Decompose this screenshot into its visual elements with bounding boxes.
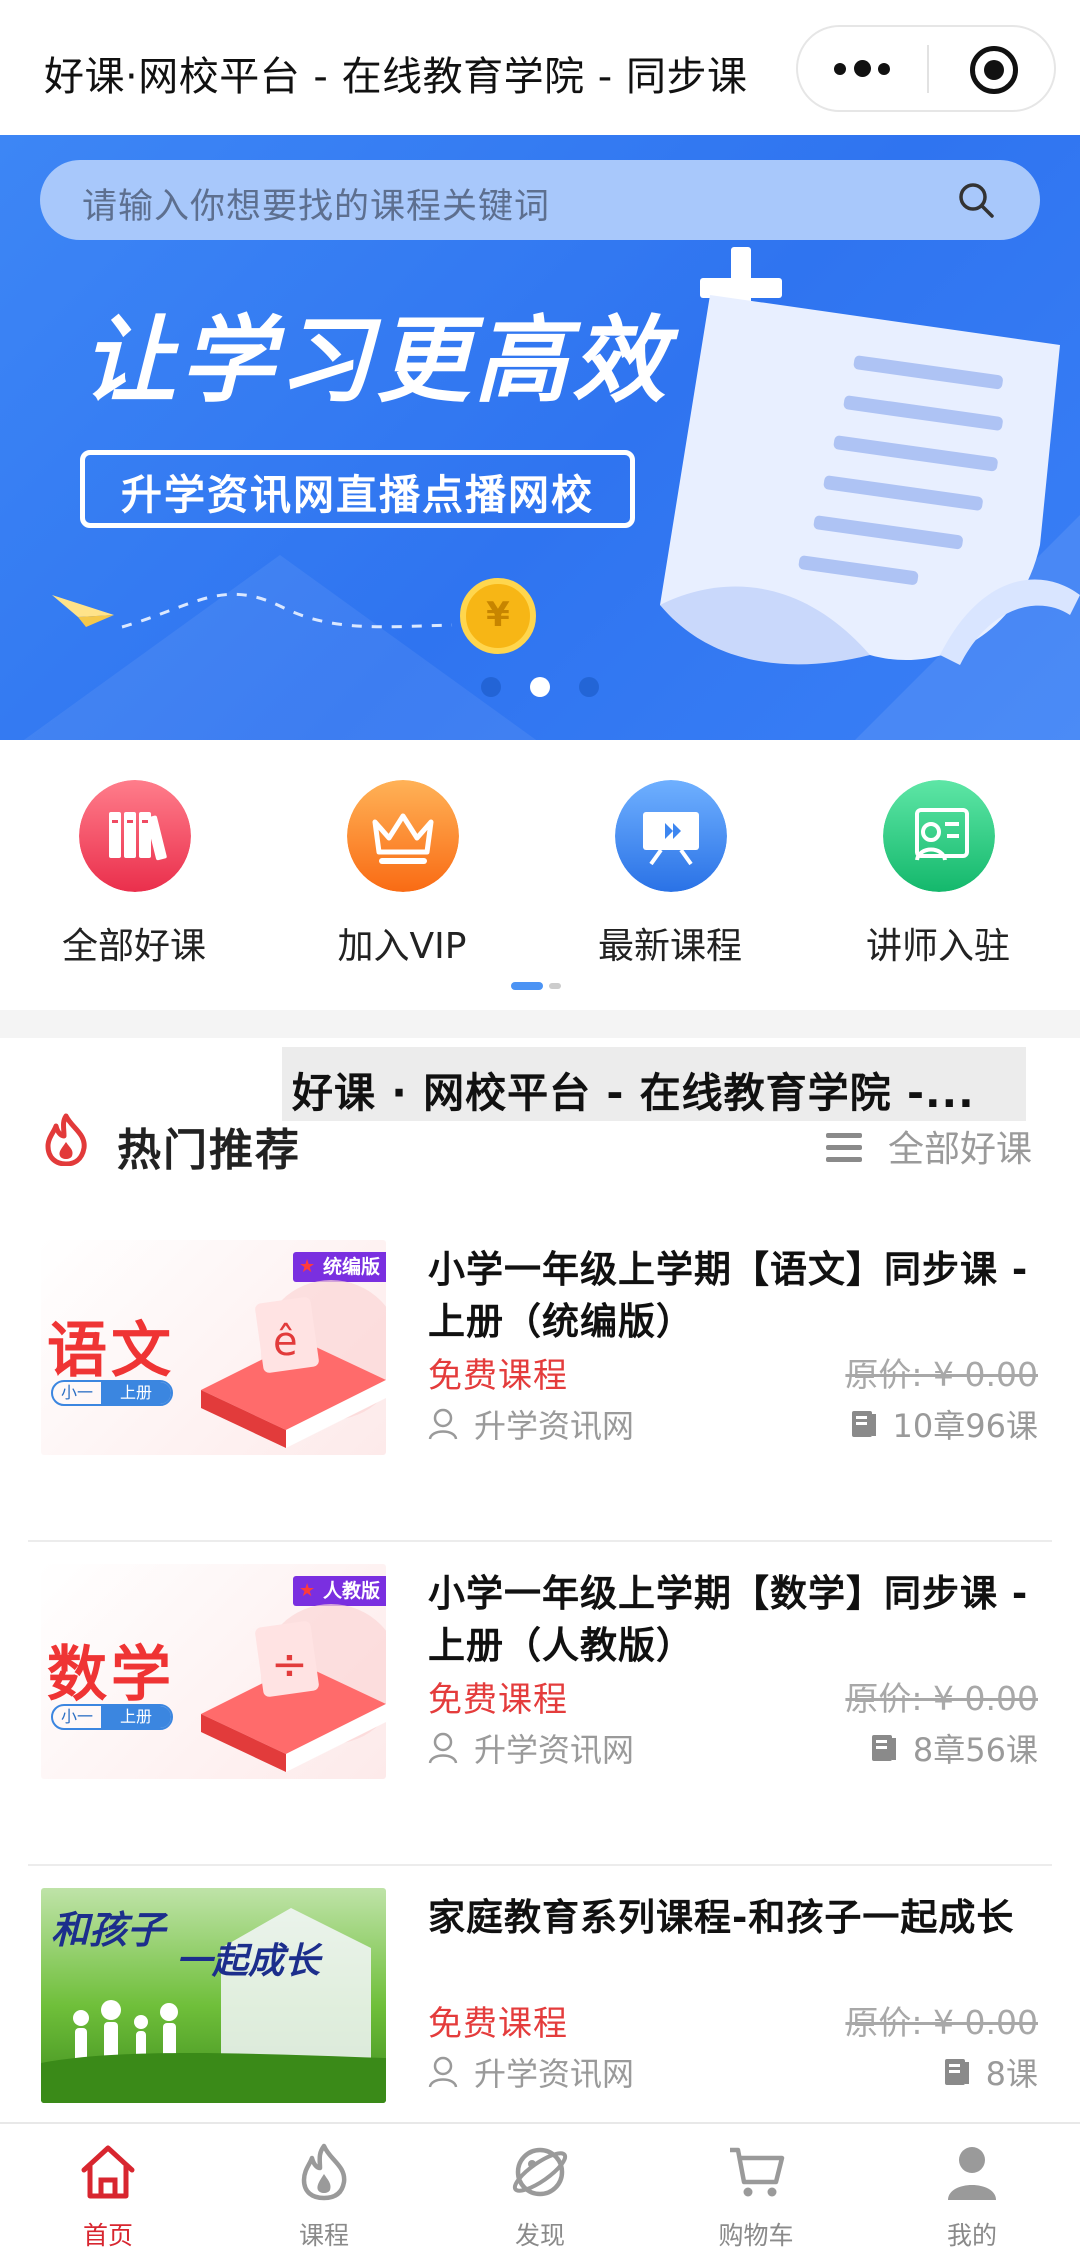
tab-label: 我的 xyxy=(946,2221,997,2250)
more-dots-icon[interactable] xyxy=(834,57,892,81)
course-card[interactable]: 统编版 语文 小一上册 ê 小学一年级上学期【语文】同步课 - 上册（统编版） … xyxy=(0,1218,1080,1542)
menu-item-latest-courses[interactable]: 最新课程 xyxy=(570,780,770,980)
original-price: 原价: ¥ 0.00 xyxy=(845,2003,1038,2042)
user-icon xyxy=(948,2147,996,2200)
section-gap xyxy=(0,1010,1080,1038)
course-title[interactable]: 小学一年级上学期【语文】同步课 - 上册（统编版） xyxy=(428,1244,1038,1348)
thumbnail-symbol: ê xyxy=(273,1319,298,1365)
tab-discover[interactable]: 发现 xyxy=(432,2124,648,2253)
paper-plane-icon xyxy=(52,592,453,629)
book-stack-illustration: ÷ xyxy=(201,1604,386,1772)
presentation-icon xyxy=(615,780,727,892)
teacher-icon xyxy=(883,780,995,892)
grade-badge: 小一 上册 xyxy=(51,1704,173,1730)
course-author: 升学资讯网 xyxy=(428,1725,634,1771)
thumbnail-subject: 语文 xyxy=(47,1316,175,1386)
thumbnail-symbol: ÷ xyxy=(271,1639,308,1690)
coin-icon: ¥ xyxy=(460,578,536,654)
course-title[interactable]: 小学一年级上学期【数学】同步课 - 上册（人教版） xyxy=(428,1568,1038,1672)
all-courses-link[interactable]: 全部好课 xyxy=(825,1120,1032,1172)
course-title[interactable]: 家庭教育系列课程-和孩子一起成长 xyxy=(428,1892,1038,1944)
book-icon xyxy=(851,1411,876,1437)
menu-pager xyxy=(511,982,561,990)
course-author: 升学资讯网 xyxy=(428,1401,634,1447)
crown-icon xyxy=(347,780,459,892)
books-icon xyxy=(79,780,191,892)
top-nav-bar: 好课·网校平台 - 在线教育学院 - 同步课 xyxy=(0,0,1080,135)
flame-icon xyxy=(45,1113,87,1166)
course-thumbnail: 人教版 数学 小一上册 ÷ xyxy=(41,1564,386,1779)
carousel-dot[interactable] xyxy=(481,677,501,697)
thumbnail-caption: 和孩子 xyxy=(51,1908,169,1952)
menu-item-instructor-join[interactable]: 讲师入驻 xyxy=(838,780,1038,980)
tab-home[interactable]: 首页 xyxy=(0,2124,216,2253)
flame-icon xyxy=(301,2143,347,2201)
menu-label: 最新课程 xyxy=(597,926,742,967)
family-illustration: 和孩子 一起成长 xyxy=(41,1908,386,2103)
quick-menu: 全部好课 加入VIP 最新课程 讲师入驻 xyxy=(0,740,1080,1010)
price-label: 免费课程 xyxy=(428,1356,568,1396)
capsule-divider xyxy=(927,45,929,93)
tab-cart[interactable]: 购物车 xyxy=(648,2124,864,2253)
bottom-tab-bar: 首页 课程 发现 购物车 我的 xyxy=(0,2122,1080,2253)
course-thumbnail: 和孩子 一起成长 xyxy=(41,1888,386,2103)
cart-icon xyxy=(730,2147,785,2197)
person-icon xyxy=(428,2056,458,2088)
edition-tag: 统编版 xyxy=(292,1252,386,1282)
menu-label: 加入VIP xyxy=(337,926,467,967)
title-tooltip-overlay: 好课 · 网校平台 - 在线教育学院 -... xyxy=(282,1047,1026,1121)
tab-label: 购物车 xyxy=(718,2221,794,2250)
home-icon xyxy=(81,2145,135,2199)
thumbnail-caption: 一起成长 xyxy=(176,1941,323,1982)
price-label: 免费课程 xyxy=(428,1680,568,1720)
search-icon[interactable] xyxy=(957,181,995,219)
book-icon xyxy=(944,2059,969,2085)
tab-courses[interactable]: 课程 xyxy=(216,2124,432,2253)
edition-tag: 人教版 xyxy=(292,1576,386,1606)
carousel-dot-active[interactable] xyxy=(530,677,550,697)
document-illustration xyxy=(660,295,1080,665)
original-price: 原价: ¥ 0.00 xyxy=(845,1355,1038,1394)
book-icon xyxy=(871,1735,896,1761)
person-icon xyxy=(428,1732,458,1764)
planet-icon xyxy=(512,2147,568,2197)
list-icon xyxy=(825,1133,862,1163)
search-placeholder: 请输入你想要找的课程关键词 xyxy=(82,187,551,227)
course-chapters: 10章96课 xyxy=(851,1401,1038,1447)
banner-headline: 让学习更高效 xyxy=(82,307,671,416)
section-title: 热门推荐 xyxy=(117,1125,301,1176)
tab-label: 首页 xyxy=(82,2221,133,2250)
course-thumbnail: 统编版 语文 小一上册 ê xyxy=(41,1240,386,1455)
page: 好课·网校平台 - 在线教育学院 - 同步课 请输入你想要找的课程关键词 让学习… xyxy=(0,0,1080,2253)
menu-label: 全部好课 xyxy=(61,926,206,967)
tab-label: 发现 xyxy=(514,2221,565,2250)
miniprogram-close-icon[interactable] xyxy=(970,46,1018,94)
menu-label: 讲师入驻 xyxy=(865,926,1010,967)
course-chapters: 8课 xyxy=(944,2049,1038,2095)
tab-mine[interactable]: 我的 xyxy=(864,2124,1080,2253)
person-icon xyxy=(428,1408,458,1440)
original-price: 原价: ¥ 0.00 xyxy=(845,1679,1038,1718)
banner-subline: 升学资讯网直播点播网校 xyxy=(121,471,594,519)
tab-label: 课程 xyxy=(298,2221,349,2250)
book-stack-illustration: ê xyxy=(201,1280,386,1448)
menu-item-join-vip[interactable]: 加入VIP xyxy=(302,780,502,980)
thumbnail-subject: 数学 xyxy=(47,1640,175,1710)
all-courses-label: 全部好课 xyxy=(887,1129,1032,1170)
search-input[interactable]: 请输入你想要找的课程关键词 xyxy=(40,160,1040,240)
menu-item-all-courses[interactable]: 全部好课 xyxy=(34,780,234,980)
page-title: 好课·网校平台 - 在线教育学院 - 同步课 xyxy=(44,54,748,100)
carousel-dot[interactable] xyxy=(579,677,599,697)
banner-subline-box: 升学资讯网直播点播网校 xyxy=(80,450,635,528)
miniprogram-capsule xyxy=(796,25,1056,112)
grade-badge: 小一 上册 xyxy=(51,1380,173,1406)
course-card[interactable]: 人教版 数学 小一上册 ÷ 小学一年级上学期【数学】同步课 - 上册（人教版） … xyxy=(0,1542,1080,1866)
price-label: 免费课程 xyxy=(428,2004,568,2044)
course-author: 升学资讯网 xyxy=(428,2049,634,2095)
course-chapters: 8章56课 xyxy=(871,1725,1038,1771)
carousel-indicator xyxy=(0,672,1080,702)
banner-carousel[interactable]: 请输入你想要找的课程关键词 让学习更高效 升学资讯网直播点播网校 ¥ xyxy=(0,135,1080,740)
